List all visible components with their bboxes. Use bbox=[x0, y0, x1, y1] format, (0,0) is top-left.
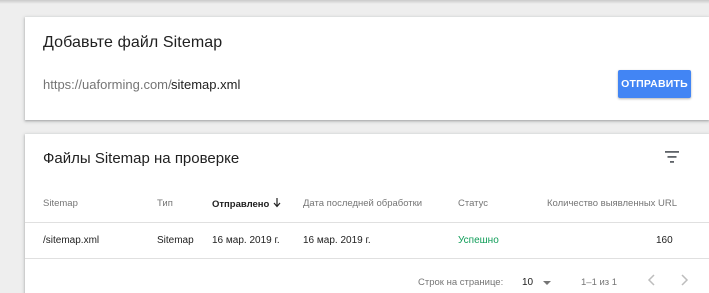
header-divider bbox=[25, 222, 709, 223]
chevron-left-icon[interactable] bbox=[644, 272, 660, 288]
cell-last-read: 16 мар. 2019 г. bbox=[303, 235, 371, 246]
column-header-status[interactable]: Статус bbox=[458, 198, 488, 209]
add-sitemap-title: Добавьте файл Sitemap bbox=[43, 34, 223, 51]
app-bar-shadow bbox=[0, 0, 709, 4]
submitted-sitemaps-title: Файлы Sitemap на проверке bbox=[43, 150, 240, 167]
arrow-down-icon bbox=[273, 198, 281, 208]
sitemap-url-input[interactable] bbox=[171, 76, 591, 94]
filter-list-icon[interactable] bbox=[665, 151, 681, 163]
column-header-discovered-urls[interactable]: Количество выявленных URL bbox=[547, 198, 677, 209]
rows-per-page-label: Строк на странице: bbox=[418, 277, 504, 288]
submit-button[interactable]: ОТПРАВИТЬ bbox=[618, 70, 691, 98]
cell-sitemap[interactable]: /sitemap.xml bbox=[43, 235, 99, 246]
column-header-type[interactable]: Тип bbox=[157, 198, 173, 209]
cell-submitted: 16 мар. 2019 г. bbox=[212, 235, 280, 246]
column-header-last-read[interactable]: Дата последней обработки bbox=[303, 198, 422, 209]
rows-per-page-value: 10 bbox=[522, 277, 534, 288]
row-divider bbox=[25, 258, 709, 259]
column-header-submitted[interactable]: Отправлено bbox=[212, 198, 281, 210]
cell-type: Sitemap bbox=[157, 235, 194, 246]
pagination-range: 1–1 из 1 bbox=[581, 277, 618, 288]
column-header-submitted-label: Отправлено bbox=[212, 199, 270, 210]
add-sitemap-card: Добавьте файл Sitemap https://uaforming.… bbox=[25, 17, 709, 120]
rows-per-page-select[interactable]: 10 bbox=[522, 274, 556, 290]
url-prefix: https://uaforming.com/ bbox=[43, 77, 172, 92]
cell-status: Успешно bbox=[458, 235, 499, 246]
submitted-sitemaps-card: Файлы Sitemap на проверке Sitemap Тип От… bbox=[25, 134, 709, 293]
chevron-right-icon[interactable] bbox=[676, 272, 692, 288]
dropdown-arrow-icon bbox=[543, 281, 551, 285]
column-header-sitemap[interactable]: Sitemap bbox=[43, 198, 78, 209]
cell-discovered-urls: 160 bbox=[656, 235, 673, 246]
